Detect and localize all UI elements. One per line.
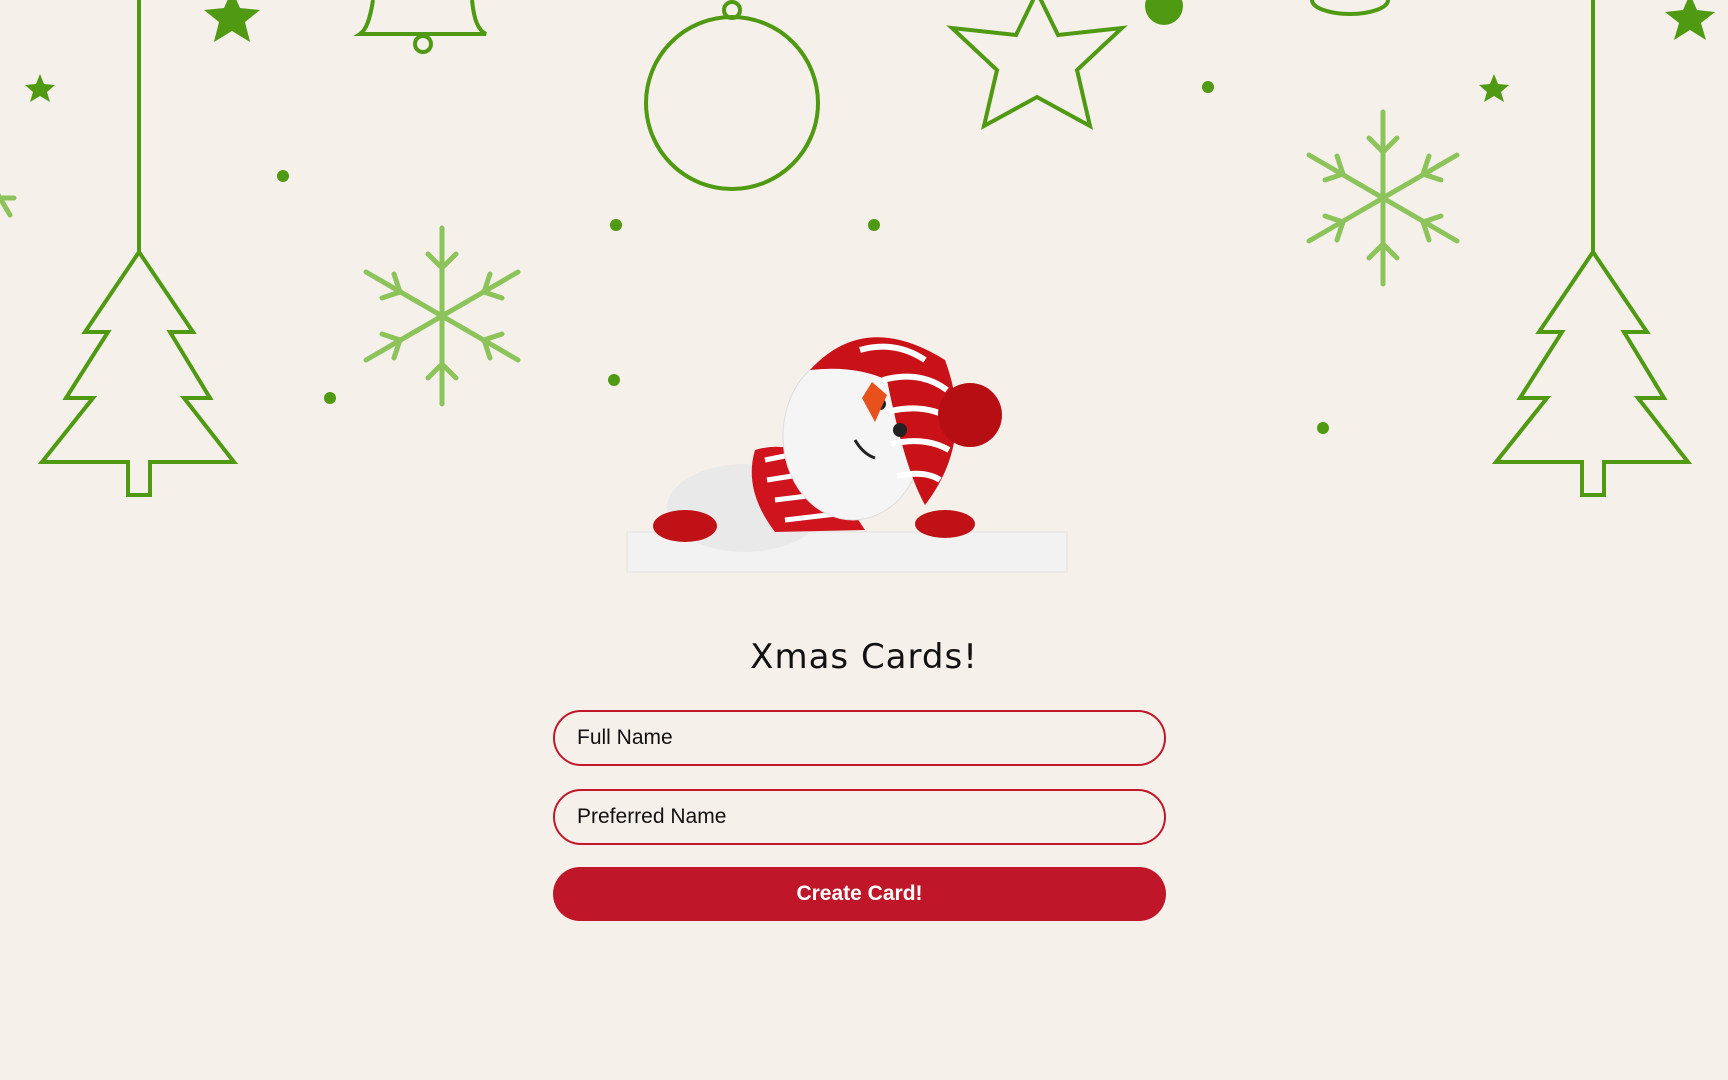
star-icon: [1479, 74, 1509, 102]
full-name-input[interactable]: [553, 710, 1166, 766]
snowman-illustration: [626, 337, 1068, 573]
preferred-name-input[interactable]: [553, 789, 1166, 845]
create-card-button[interactable]: Create Card!: [553, 867, 1166, 921]
bell-icon: [353, 0, 488, 36]
star-icon: [1665, 0, 1715, 40]
left-tree-icon: [37, 248, 239, 497]
star-icon: [25, 74, 55, 102]
page-title: Xmas Cards!: [750, 637, 978, 677]
ornament-icon: [644, 15, 820, 191]
star-icon: [204, 0, 260, 42]
star-outline-icon: [946, 0, 1128, 130]
right-tree-icon: [1491, 248, 1693, 497]
